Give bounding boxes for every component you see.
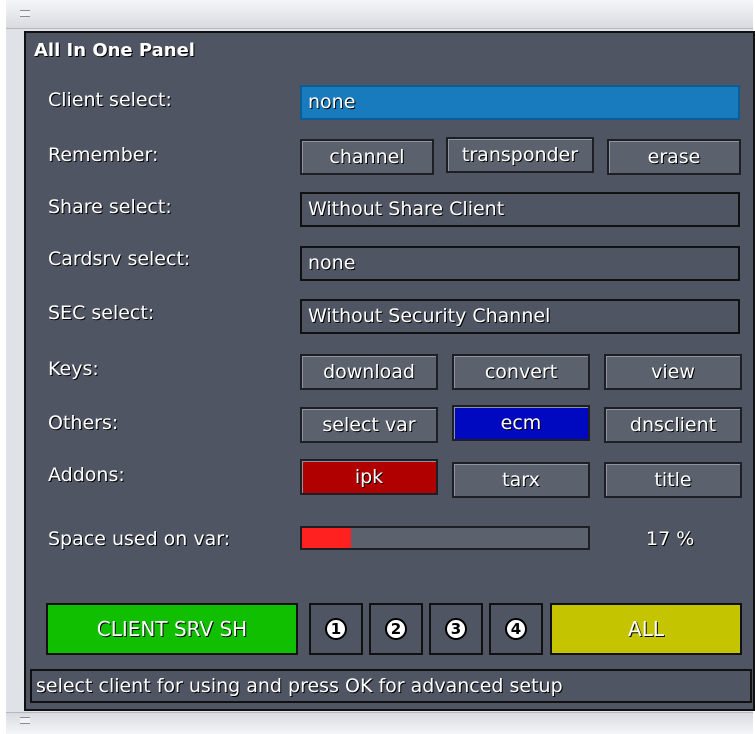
number-key-4[interactable]: 4 [489,603,543,655]
convert-button[interactable]: convert [452,354,590,390]
number-4-icon: 4 [505,618,527,640]
cardsrv-select-field[interactable]: none [300,246,740,281]
top-bar [6,0,753,29]
tarx-button[interactable]: tarx [452,462,590,498]
grip-icon[interactable] [20,717,30,724]
yellow-key-all[interactable]: ALL [550,603,742,655]
window-frame: All In One Panel Client select: none Rem… [6,0,755,734]
client-select-label: Client select: [48,89,172,111]
ecm-button[interactable]: ecm [452,405,590,441]
panel-title: All In One Panel [34,40,195,61]
download-button[interactable]: download [300,354,438,390]
bottom-bar [6,712,753,734]
erase-button[interactable]: erase [607,139,741,175]
remember-label: Remember: [48,144,159,166]
space-used-percent: 17 % [646,528,695,550]
sec-select-field[interactable]: Without Security Channel [300,299,740,334]
ipk-button[interactable]: ipk [300,459,438,495]
number-1-icon: 1 [325,618,347,640]
cardsrv-select-label: Cardsrv select: [48,248,191,270]
share-select-field[interactable]: Without Share Client [300,192,740,227]
space-used-label: Space used on var: [48,528,231,550]
all-in-one-panel: All In One Panel Client select: none Rem… [24,31,755,711]
number-2-icon: 2 [385,618,407,640]
number-3-icon: 3 [445,618,467,640]
space-used-progress-fill [302,528,351,548]
view-button[interactable]: view [604,354,742,390]
sec-select-label: SEC select: [48,302,155,324]
others-label: Others: [48,412,119,434]
green-key-client-srv-sh[interactable]: CLIENT SRV SH [46,603,298,655]
channel-button[interactable]: channel [300,139,434,175]
client-select-field[interactable]: none [300,85,740,120]
share-select-label: Share select: [48,196,172,218]
status-bar: select client for using and press OK for… [30,669,752,703]
select-var-button[interactable]: select var [300,407,438,443]
number-key-3[interactable]: 3 [429,603,483,655]
dnsclient-button[interactable]: dnsclient [604,407,742,443]
addons-label: Addons: [48,464,125,486]
number-key-2[interactable]: 2 [369,603,423,655]
grip-icon[interactable] [20,10,30,17]
keys-label: Keys: [48,358,99,380]
transponder-button[interactable]: transponder [446,137,594,173]
title-button[interactable]: title [604,462,742,498]
number-key-1[interactable]: 1 [309,603,363,655]
space-used-progress-bar [300,526,590,550]
